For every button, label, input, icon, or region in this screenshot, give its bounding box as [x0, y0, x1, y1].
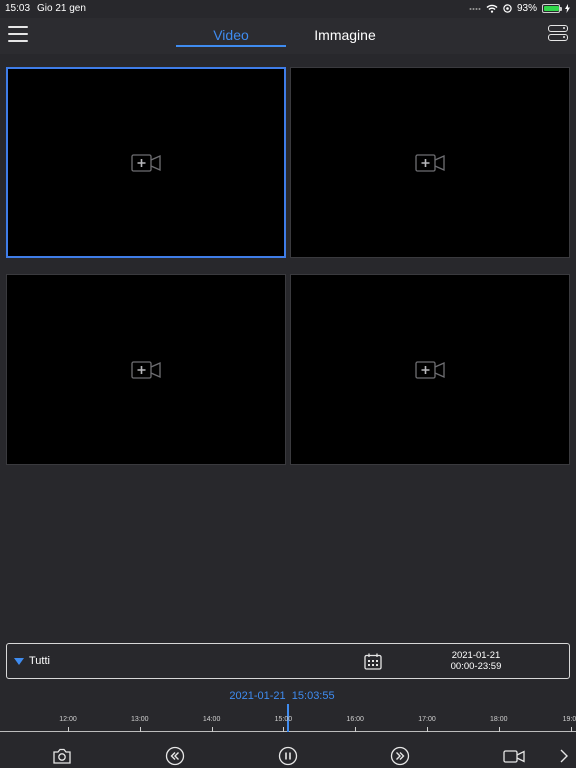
timeline-tick: [498, 727, 500, 732]
timeline-tick-label: 12:00: [59, 716, 77, 723]
status-date: Gio 21 gen: [37, 3, 86, 14]
timeline[interactable]: 12:00 13:00 14:00 15:00 16:00 17:00 18:00 19:00: [0, 704, 576, 734]
caret-down-icon[interactable]: [14, 658, 24, 665]
timeline-current-time: 15:03:55: [291, 690, 335, 702]
add-camera-icon[interactable]: [131, 153, 161, 172]
video-grid: [6, 67, 570, 466]
rewind-icon[interactable]: [165, 746, 185, 766]
timeline-tick-label: 16:00: [346, 716, 364, 723]
timeline-tick-label: 19:00: [562, 716, 576, 723]
status-indicators: 93%: [469, 3, 570, 14]
timeline-tick-label: 17:00: [418, 716, 436, 723]
add-camera-icon[interactable]: [415, 153, 445, 172]
timeline-tick: [211, 727, 213, 732]
playback-controls: [0, 742, 576, 768]
timeline-current-datetime: 2021-01-21 15:03:55: [200, 690, 364, 702]
signal-dots-icon: [469, 7, 481, 10]
date-range[interactable]: 2021-01-21 00:00-23:59: [427, 650, 525, 672]
status-time: 15:03: [5, 3, 31, 14]
nav-bar: Video Immagine: [0, 18, 576, 54]
chevron-right-icon[interactable]: [558, 746, 570, 766]
timeline-tick: [283, 727, 285, 732]
timeline-tick-label: 18:00: [490, 716, 508, 723]
snapshot-camera-icon[interactable]: [52, 746, 72, 766]
video-cell-4[interactable]: [290, 274, 570, 465]
timeline-tick: [570, 727, 572, 732]
video-cell-3[interactable]: [6, 274, 286, 465]
tab-video-underline: [176, 45, 286, 47]
timeline-current-date: 2021-01-21: [229, 690, 286, 702]
video-cell-1[interactable]: [6, 67, 286, 258]
fast-forward-icon[interactable]: [390, 746, 410, 766]
wifi-icon: [486, 4, 498, 13]
tab-immagine[interactable]: Immagine: [290, 27, 400, 43]
pause-icon[interactable]: [278, 746, 298, 766]
storage-icon[interactable]: [548, 25, 568, 43]
calendar-icon[interactable]: [364, 653, 382, 670]
date-range-time: 00:00-23:59: [450, 661, 502, 672]
status-bar: 15:03 Gio 21 gen 93%: [0, 0, 576, 18]
timeline-tick-label: 13:00: [131, 716, 149, 723]
timeline-tick-label: 15:00: [274, 716, 293, 723]
tab-video[interactable]: Video: [176, 27, 286, 43]
add-camera-icon[interactable]: [131, 360, 161, 379]
battery-percent: 93%: [516, 3, 537, 14]
add-camera-icon[interactable]: [415, 360, 445, 379]
record-video-icon[interactable]: [503, 746, 525, 766]
filter-bar: Tutti 2021-01-21 00:00-23:59: [6, 643, 570, 679]
timeline-tick-label: 14:00: [202, 716, 221, 723]
timeline-tick: [68, 727, 69, 732]
charging-icon: [565, 4, 570, 13]
timeline-tick: [355, 727, 357, 732]
timeline-tick: [427, 727, 428, 732]
battery-icon: [542, 4, 562, 13]
location-lock-icon: [503, 4, 512, 13]
menu-icon[interactable]: [8, 26, 28, 42]
date-range-date: 2021-01-21: [451, 650, 501, 661]
video-cell-2[interactable]: [290, 67, 570, 258]
filter-dropdown[interactable]: Tutti: [29, 655, 50, 667]
timeline-tick: [139, 727, 141, 732]
